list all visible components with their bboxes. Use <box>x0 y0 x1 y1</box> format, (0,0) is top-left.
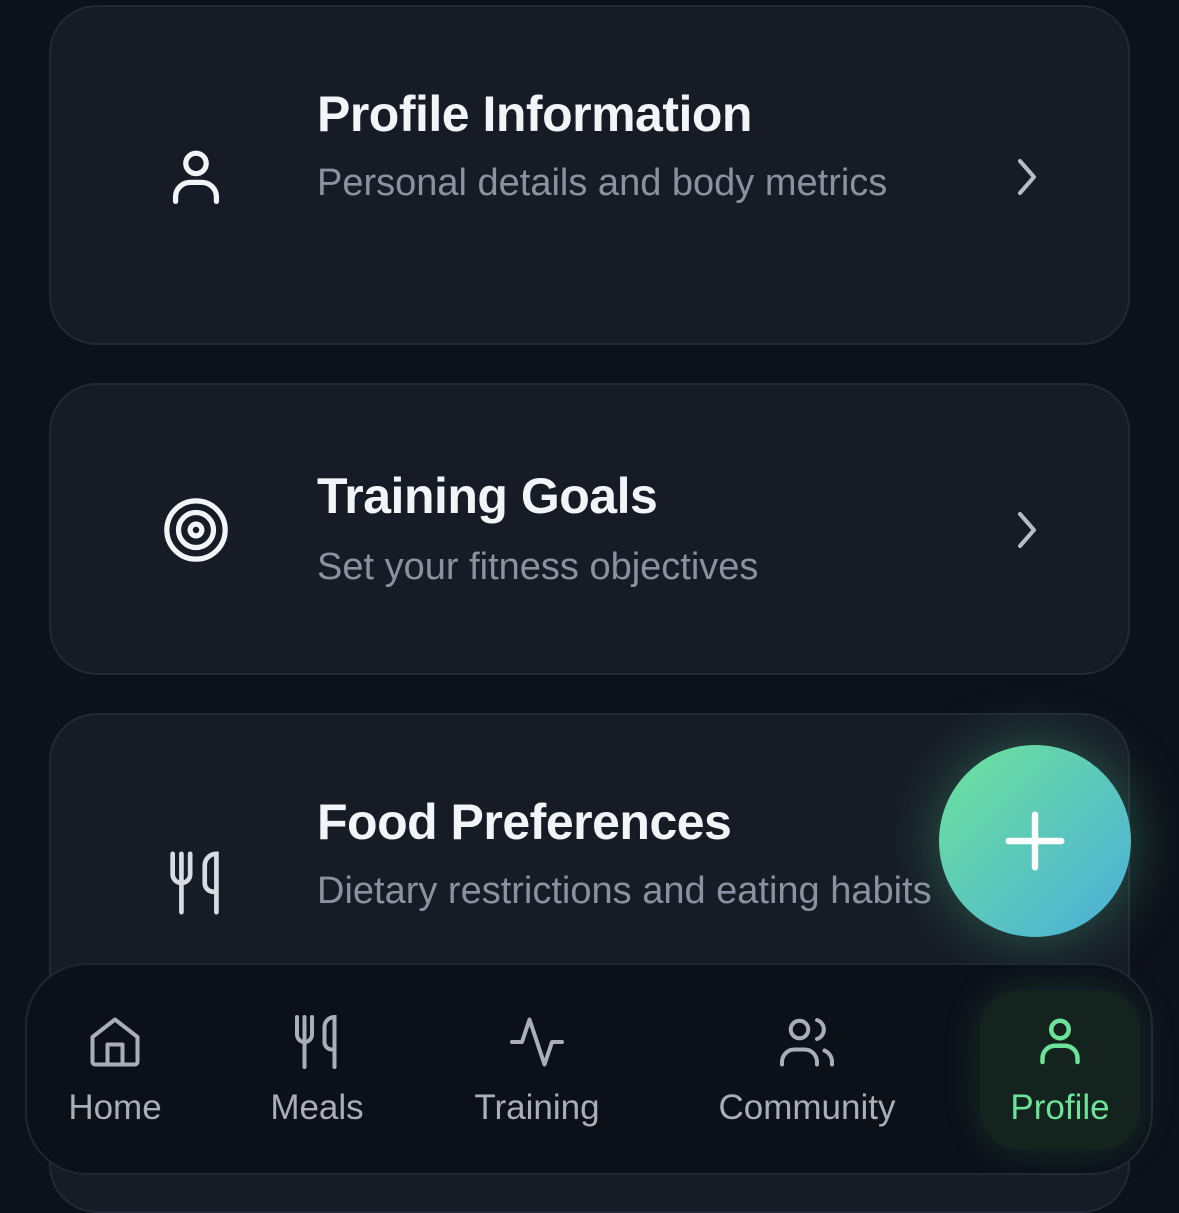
card-subtitle: Set your fitness objectives <box>317 546 759 588</box>
user-icon <box>161 143 231 213</box>
nav-community[interactable]: Community <box>697 990 917 1150</box>
nav-profile[interactable]: Profile <box>980 990 1140 1150</box>
card-title: Training Goals <box>317 468 658 524</box>
activity-icon <box>510 1017 564 1067</box>
home-icon <box>90 1017 140 1067</box>
bottom-nav: Home Meals Training Community Profile <box>25 963 1153 1175</box>
nav-meals[interactable]: Meals <box>257 990 377 1150</box>
add-button[interactable] <box>939 745 1131 937</box>
nav-label: Profile <box>1010 1088 1110 1127</box>
nav-label: Training <box>474 1088 600 1127</box>
card-profile-information[interactable]: Profile Information Personal details and… <box>49 5 1130 345</box>
nav-label: Meals <box>270 1088 364 1127</box>
nav-training[interactable]: Training <box>457 990 617 1150</box>
card-title: Profile Information <box>317 86 752 142</box>
card-subtitle: Personal details and body metrics <box>317 162 888 204</box>
card-title: Food Preferences <box>317 794 732 850</box>
plus-icon <box>1005 811 1065 871</box>
utensils-icon <box>161 848 231 918</box>
utensils-icon <box>295 1014 337 1069</box>
user-icon <box>1040 1018 1080 1065</box>
card-subtitle: Dietary restrictions and eating habits <box>317 870 932 912</box>
users-icon <box>780 1018 835 1067</box>
target-icon <box>161 495 231 565</box>
nav-label: Community <box>718 1088 896 1127</box>
card-training-goals[interactable]: Training Goals Set your fitness objectiv… <box>49 383 1130 675</box>
nav-label: Home <box>68 1088 162 1127</box>
chevron-right-icon <box>1012 510 1042 550</box>
nav-home[interactable]: Home <box>55 990 175 1150</box>
chevron-right-icon <box>1012 157 1042 197</box>
